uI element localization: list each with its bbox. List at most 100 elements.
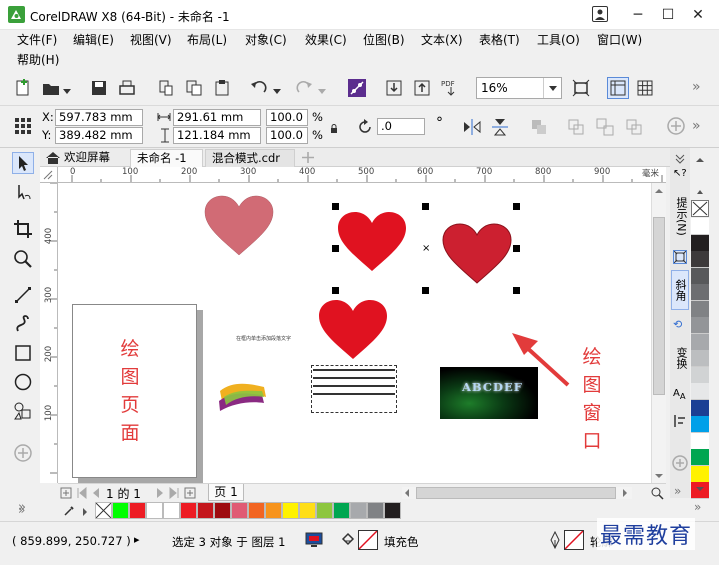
menu-effects[interactable]: 效果(C) [305,31,347,49]
scroll-down-icon[interactable] [654,470,664,480]
import-icon[interactable] [383,77,405,99]
color-swatch[interactable] [231,502,248,519]
outline-pen-icon[interactable] [548,530,562,550]
page-tab-1[interactable]: 页 1 [208,484,244,501]
menu-view[interactable]: 视图(V) [130,31,172,49]
show-rulers-icon[interactable] [607,77,629,99]
eyedropper-icon[interactable] [62,504,76,518]
color-swatch[interactable] [163,502,180,519]
scroll-left-icon[interactable] [402,487,412,499]
menu-bitmaps[interactable]: 位图(B) [363,31,405,49]
fill-bucket-icon[interactable] [340,531,356,547]
align-icon[interactable] [673,414,687,428]
save-icon[interactable] [88,77,110,99]
docker-tab-bevel[interactable]: 斜角 [671,270,689,310]
menu-window[interactable]: 窗口(W) [597,31,642,49]
zoom-dropdown-icon[interactable] [543,78,561,98]
rectangle-tool-icon[interactable] [12,342,34,364]
docker-tab-hints[interactable]: 提示(N) [671,188,689,244]
y-position-field[interactable]: 389.482 mm [55,127,143,144]
toolbar-more-button[interactable]: » [692,79,701,95]
text-frame[interactable] [311,365,397,413]
heart-shape-1[interactable] [203,195,275,257]
color-swatch[interactable] [691,432,709,450]
selection-handle[interactable] [332,245,339,252]
first-page-icon[interactable] [76,486,88,500]
undo-dropdown-icon[interactable] [273,84,281,94]
color-swatch[interactable] [112,502,129,519]
color-swatch[interactable] [214,502,231,519]
next-page-icon[interactable] [154,487,166,499]
color-profile-icon[interactable] [305,532,323,548]
color-swatch[interactable] [180,502,197,519]
open-folder-icon[interactable] [40,77,62,99]
maximize-button[interactable]: ☐ [654,3,682,27]
object-origin-icon[interactable] [12,115,34,137]
menu-table[interactable]: 表格(T) [479,31,520,49]
export-icon[interactable] [411,77,433,99]
color-swatch[interactable] [691,449,709,466]
color-swatch[interactable] [691,399,709,417]
mirror-vertical-icon[interactable] [490,117,510,137]
polygon-tool-icon[interactable] [12,400,34,422]
ruler-corner[interactable] [40,167,58,183]
color-swatch[interactable] [265,502,282,519]
no-color-swatch[interactable] [95,502,112,519]
tab-untitled[interactable]: 未命名 -1 [130,149,203,167]
color-swatch[interactable] [146,502,163,519]
vertical-scroll-thumb[interactable] [653,217,665,395]
color-swatch[interactable] [384,502,401,519]
tab-welcome[interactable]: 欢迎屏幕 [58,149,116,167]
palette-more-button[interactable]: » [694,500,701,514]
color-swatch[interactable] [129,502,146,519]
selection-handle[interactable] [422,287,429,294]
color-swatch[interactable] [367,502,384,519]
close-button[interactable]: ✕ [684,3,712,27]
no-color-swatch[interactable] [691,200,709,217]
print-icon[interactable] [116,77,138,99]
redo-icon[interactable] [293,77,315,99]
add-tool-icon[interactable] [12,442,34,464]
hpal-arrow-icon[interactable] [80,506,90,516]
color-swatch[interactable] [691,284,709,301]
bevel-icon[interactable] [673,250,687,264]
minimize-button[interactable]: ─ [624,3,652,27]
color-swatch[interactable] [691,465,709,483]
color-swatch[interactable] [691,218,709,235]
color-swatch[interactable] [691,383,709,400]
tab-blend-modes[interactable]: 混合模式.cdr [205,149,295,167]
selection-handle[interactable] [513,203,520,210]
horizontal-scroll-thumb[interactable] [416,487,616,499]
vertical-scrollbar[interactable] [651,183,666,483]
add-page-before-icon[interactable] [60,487,72,499]
menu-object[interactable]: 对象(C) [245,31,287,49]
add-docker-icon[interactable] [671,454,689,472]
status-expand-icon[interactable]: ▸ [134,533,140,546]
zoom-tool-icon[interactable] [12,248,34,270]
publish-pdf-icon[interactable]: PDF [440,77,462,99]
selection-handle[interactable] [513,287,520,294]
menu-file[interactable]: 文件(F) [17,31,57,49]
zoom-navigator-icon[interactable] [650,486,664,500]
heart-shape-3[interactable] [441,223,513,285]
color-swatch[interactable] [691,234,709,252]
menu-tools[interactable]: 工具(O) [537,31,580,49]
width-field[interactable]: 291.61 mm [173,109,261,126]
color-swatch[interactable] [691,416,709,433]
color-swatch[interactable] [691,251,709,268]
freehand-tool-icon[interactable] [12,284,34,306]
redo-dropdown-icon[interactable] [318,84,326,94]
height-field[interactable]: 121.184 mm [173,127,261,144]
docker-collapse-icon[interactable] [674,152,686,164]
user-icon[interactable] [592,6,608,22]
group-icon[interactable] [529,117,549,137]
color-swatch[interactable] [282,502,299,519]
color-swatch[interactable] [691,267,709,285]
break-apart-icon[interactable] [595,117,615,137]
selection-handle[interactable] [332,287,339,294]
selection-handle[interactable] [422,203,429,210]
selection-handle[interactable] [513,245,520,252]
add-icon[interactable] [666,116,686,136]
menu-text[interactable]: 文本(X) [421,31,463,49]
ellipse-tool-icon[interactable] [12,371,34,393]
